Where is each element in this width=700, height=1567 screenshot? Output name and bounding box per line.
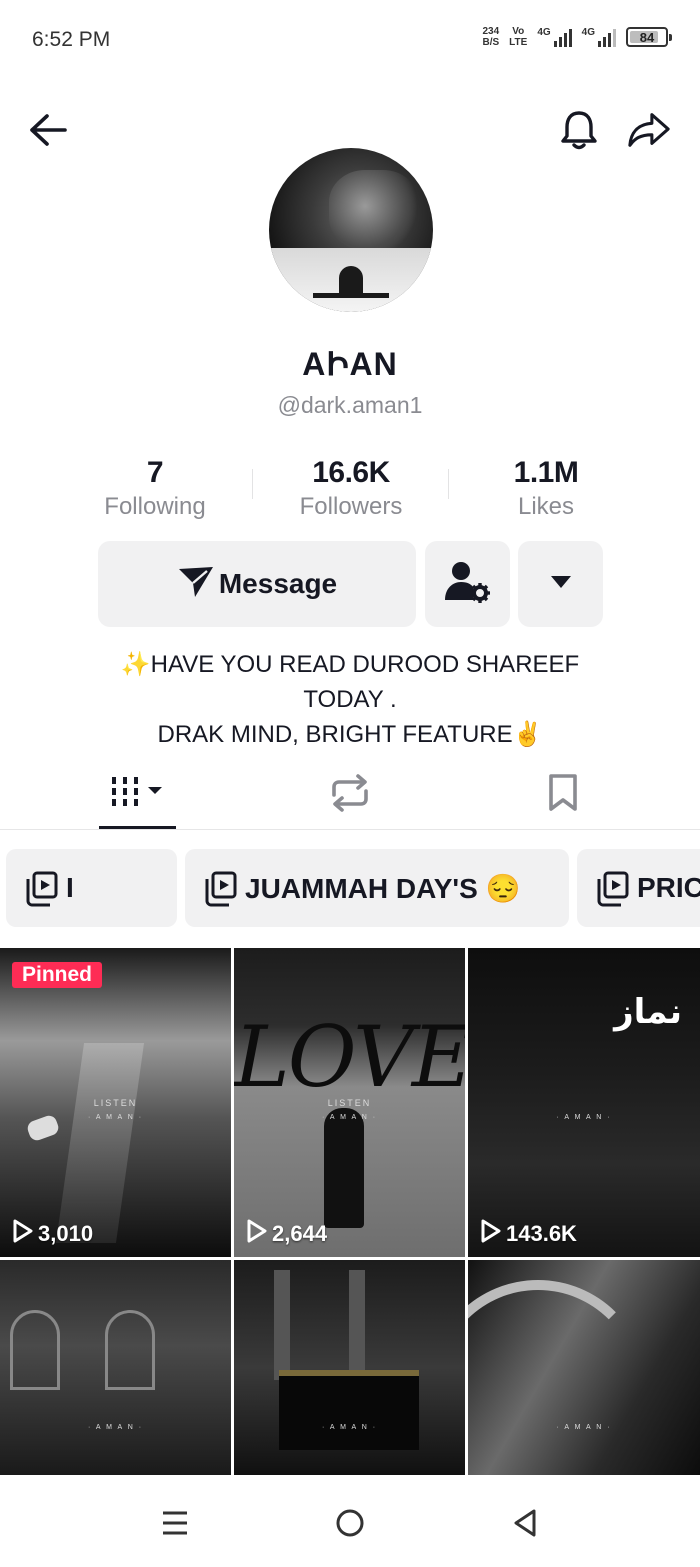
display-name: AԻAN <box>302 346 398 382</box>
status-time: 6:52 PM <box>32 28 111 51</box>
circle-home-icon[interactable] <box>330 1503 370 1543</box>
stat-following[interactable]: 7 Following <box>60 455 250 523</box>
stat-likes[interactable]: 1.1M Likes <box>451 455 641 523</box>
grid-bars-icon <box>108 773 168 818</box>
status-bar: 6:52 PM 234 B/S Vo LTE 4G 4G 84 <box>0 0 700 80</box>
playlist-icon <box>577 849 637 927</box>
active-tab-indicator <box>99 826 176 829</box>
bookmark-icon <box>547 773 579 818</box>
avatar[interactable] <box>269 148 433 312</box>
video-thumbnail[interactable]: · A M A N · <box>234 1260 465 1475</box>
play-icon <box>246 1219 268 1249</box>
volte-indicator: Vo LTE <box>509 26 528 48</box>
send-icon <box>177 565 215 604</box>
user-settings-button[interactable] <box>425 541 510 627</box>
message-button[interactable]: Message <box>98 541 416 627</box>
video-thumbnail[interactable]: LISTEN · A M A N · Pinned 3,010 <box>0 948 231 1257</box>
status-icons: 234 B/S Vo LTE 4G 4G 84 <box>482 26 672 48</box>
view-count: 2,644 <box>246 1219 327 1249</box>
user-gear-icon <box>444 560 491 609</box>
caret-down-icon <box>550 575 572 594</box>
play-icon <box>480 1219 502 1249</box>
signal-icon-2: 4G <box>582 27 616 47</box>
signal-icon: 4G <box>537 27 572 47</box>
love-graffiti: LOVE <box>234 1008 465 1106</box>
playlist-row: I JUAMMAH DAY'S 😔 PRIC <box>0 849 700 927</box>
content-tabs <box>0 760 700 830</box>
more-options-button[interactable] <box>518 541 603 627</box>
view-count: 143.6K <box>480 1219 577 1249</box>
playlist-chip[interactable]: JUAMMAH DAY'S 😔 <box>185 849 569 927</box>
arabic-caption: نماز <box>614 992 682 1032</box>
tab-reposts[interactable] <box>310 760 390 830</box>
back-arrow-icon[interactable] <box>26 108 70 152</box>
play-icon <box>12 1219 34 1249</box>
repost-icon <box>328 773 372 818</box>
message-button-label: Message <box>218 568 338 599</box>
stat-followers[interactable]: 16.6K Followers <box>256 455 446 523</box>
triangle-back-icon[interactable] <box>505 1503 545 1543</box>
network-speed: 234 B/S <box>482 26 500 48</box>
menu-lines-icon[interactable] <box>155 1503 195 1543</box>
bell-icon[interactable] <box>557 108 601 152</box>
profile-stats: 7 Following 16.6K Followers 1.1M Likes <box>0 455 700 525</box>
video-thumbnail[interactable]: LOVE LISTEN · A M A N · 2,644 <box>234 948 465 1257</box>
username-handle: @dark.aman1 <box>277 392 423 418</box>
playlist-chip[interactable]: I <box>6 849 177 927</box>
playlist-icon <box>185 849 245 927</box>
playlist-icon <box>6 849 66 927</box>
video-thumbnail[interactable]: · A M A N · <box>0 1260 231 1475</box>
tab-favorites[interactable] <box>523 760 603 830</box>
share-arrow-icon[interactable] <box>627 108 671 152</box>
pinned-badge: Pinned <box>12 962 103 988</box>
view-count: 3,010 <box>12 1219 93 1249</box>
system-nav-bar <box>0 1475 700 1567</box>
battery-icon: 84 <box>626 27 672 47</box>
profile-bio: ✨HAVE YOU READ DUROOD SHAREEF TODAY . DR… <box>120 651 580 748</box>
tab-videos[interactable] <box>98 760 178 830</box>
video-thumbnail[interactable]: · A M A N · <box>468 1260 700 1475</box>
playlist-chip[interactable]: PRIC <box>577 849 700 927</box>
video-thumbnail[interactable]: نماز · A M A N · 143.6K <box>468 948 700 1257</box>
